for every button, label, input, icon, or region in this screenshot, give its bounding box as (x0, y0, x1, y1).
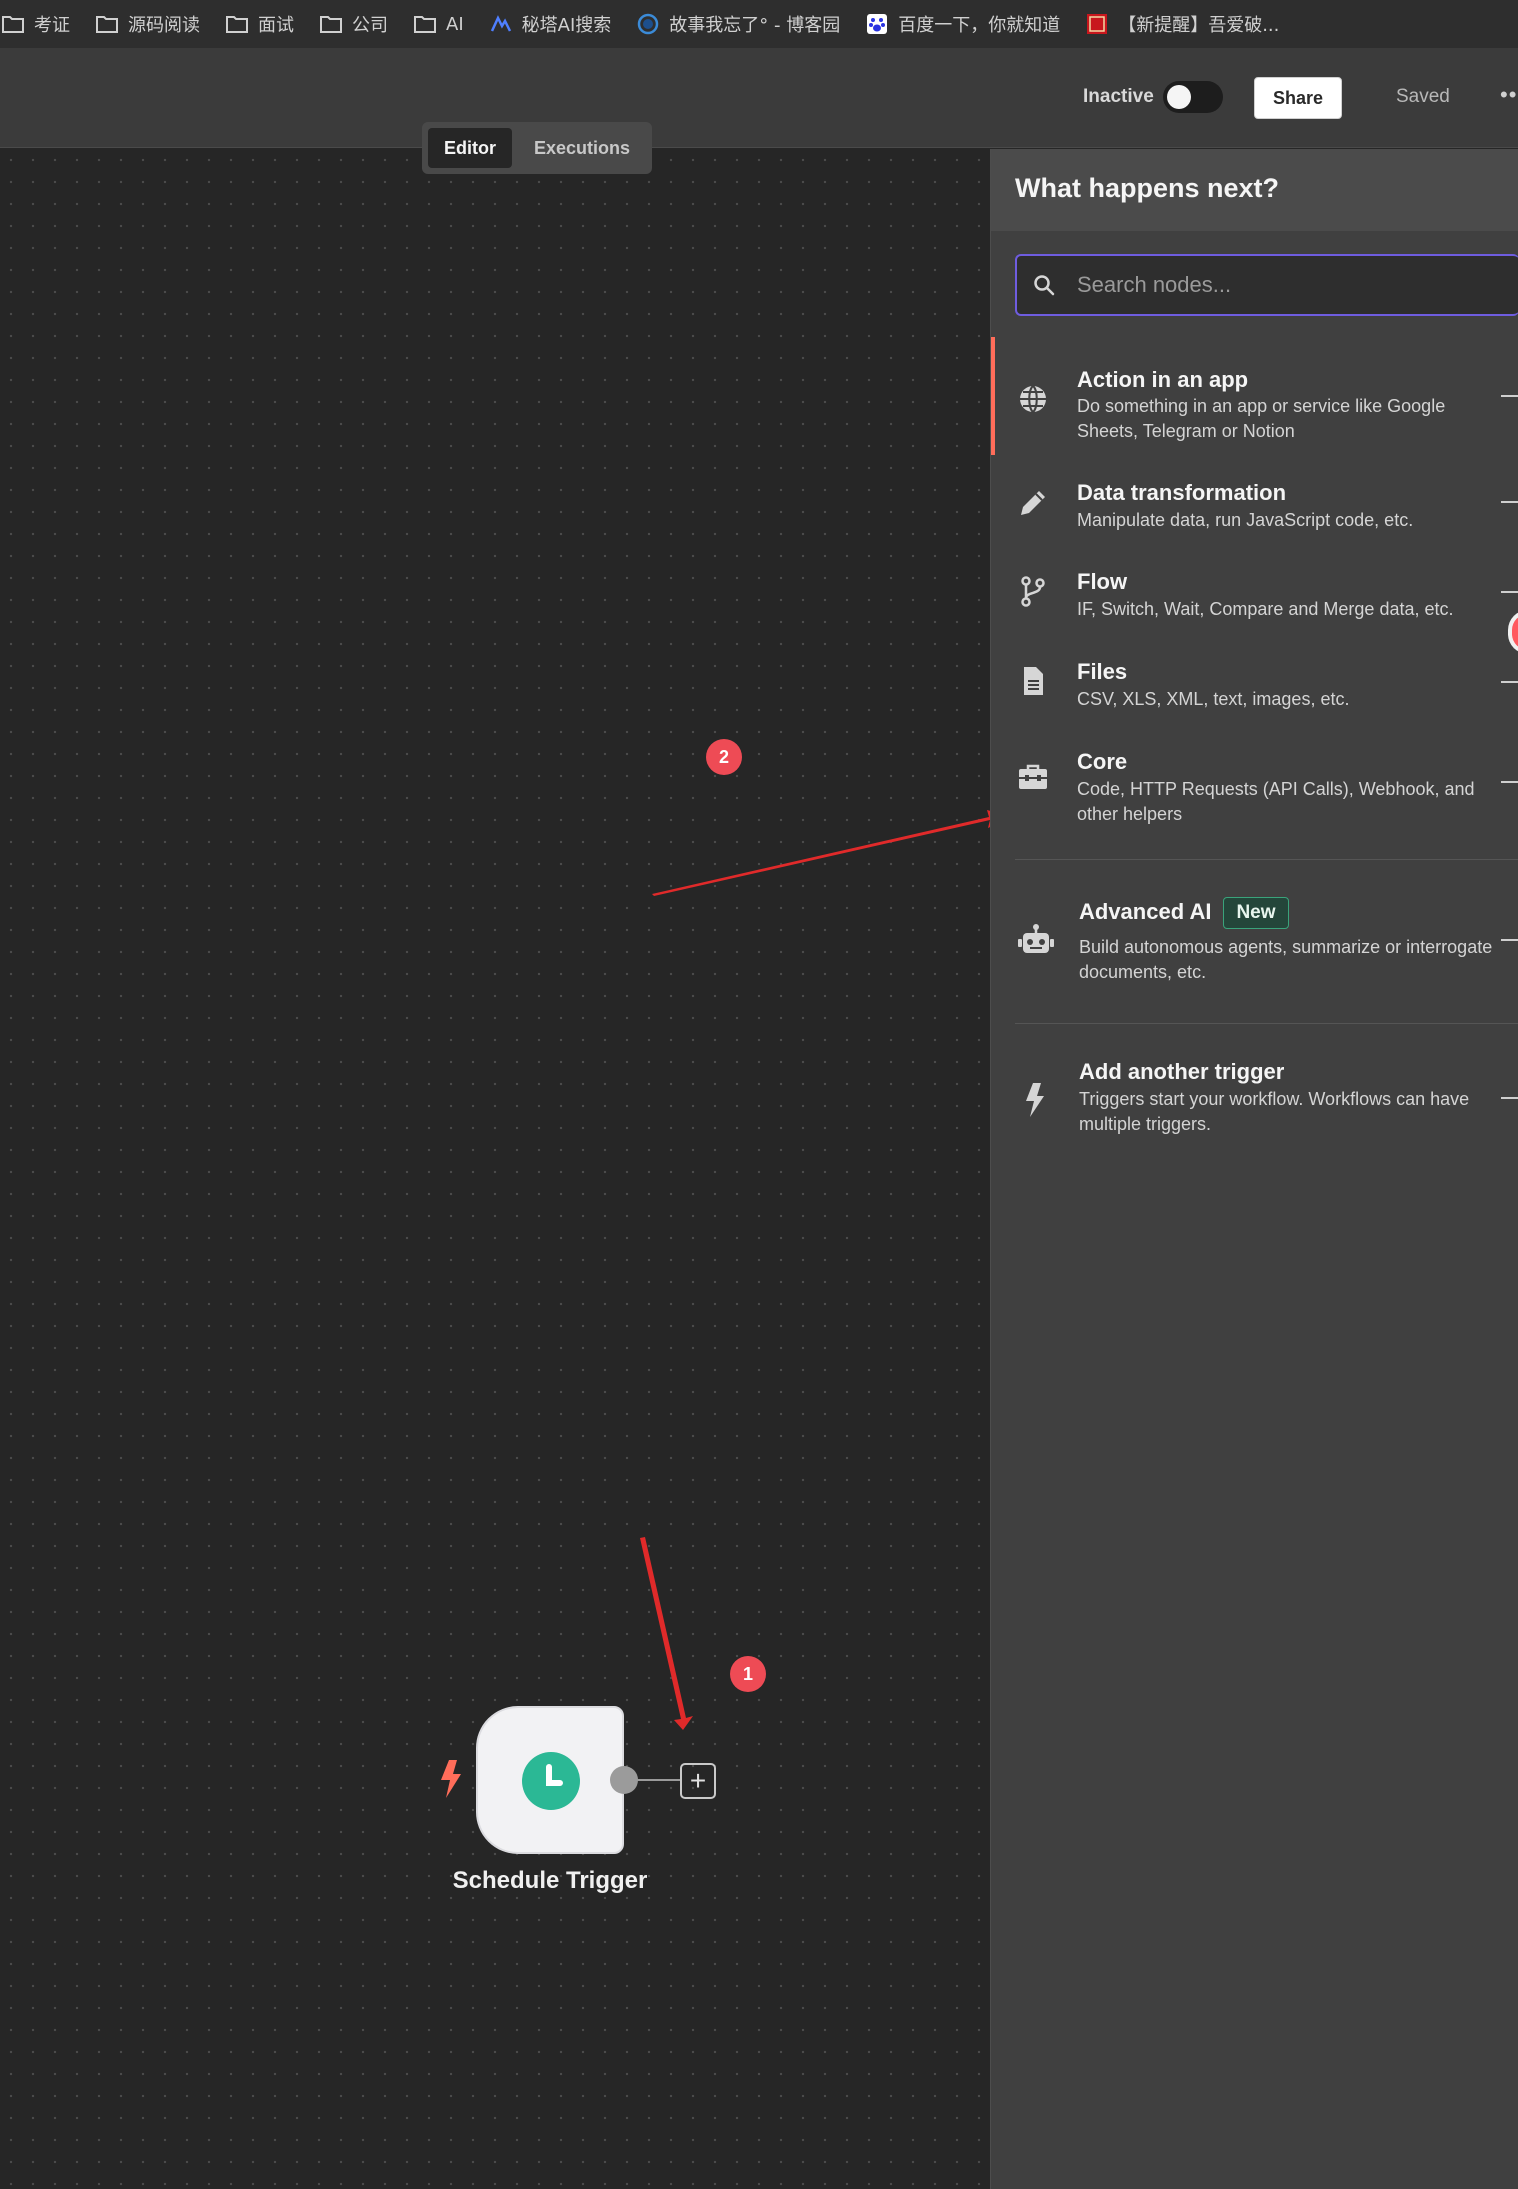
node-creator-panel: What happens next? Action in an app Do s… (990, 149, 1518, 2189)
branch-icon (1021, 576, 1045, 607)
annotation-arrow-1 (640, 1537, 693, 1730)
toolbox-icon (1019, 764, 1047, 789)
item-description: IF, Switch, Wait, Compare and Merge data… (1077, 599, 1454, 619)
category-advanced-ai[interactable]: Advanced AI New Build autonomous agents, … (991, 877, 1518, 1007)
chevron-right-icon (1501, 501, 1518, 503)
panel-title: What happens next? (1015, 173, 1280, 203)
annotation-badge-2: 2 (706, 739, 742, 775)
item-title-text: Advanced AI (1079, 898, 1212, 924)
item-title: Action in an app (1077, 367, 1249, 392)
chevron-right-icon (1501, 681, 1518, 683)
chevron-right-icon (1501, 781, 1518, 783)
section-divider (1015, 1023, 1518, 1024)
chevron-right-icon (1501, 939, 1518, 941)
item-description: Build autonomous agents, summarize or in… (1079, 937, 1493, 982)
search-box (1015, 254, 1518, 316)
item-description: Do something in an app or service like G… (1077, 396, 1446, 441)
file-icon (1024, 667, 1043, 695)
search-icon (1034, 275, 1055, 296)
item-description: Code, HTTP Requests (API Calls), Webhook… (1077, 779, 1475, 824)
bolt-icon (1026, 1083, 1044, 1117)
category-add-trigger[interactable]: Add another trigger Triggers start your … (991, 1037, 1518, 1167)
category-flow[interactable]: Flow IF, Switch, Wait, Compare and Merge… (991, 545, 1518, 635)
category-action-in-app[interactable]: Action in an app Do something in an app … (991, 337, 1518, 455)
robot-icon (1018, 924, 1054, 953)
annotation-arrow-2 (652, 810, 1012, 896)
chevron-right-icon (1501, 1097, 1518, 1099)
item-title: Flow (1077, 569, 1128, 594)
item-title: Data transformation (1077, 480, 1287, 505)
item-title: Add another trigger (1079, 1059, 1285, 1084)
chevron-right-icon (1501, 591, 1518, 593)
search-input[interactable] (1077, 256, 1497, 314)
item-description: Triggers start your workflow. Workflows … (1079, 1089, 1470, 1134)
globe-icon (1020, 385, 1046, 413)
category-files[interactable]: Files CSV, XLS, XML, text, images, etc. (991, 635, 1518, 725)
panel-header: What happens next? (991, 149, 1518, 231)
item-title: Advanced AI New (1079, 897, 1289, 929)
item-description: CSV, XLS, XML, text, images, etc. (1077, 689, 1350, 709)
pencil-icon (1021, 491, 1045, 515)
annotation-badge-1: 1 (730, 1656, 766, 1692)
item-title: Files (1077, 659, 1128, 684)
item-title: Core (1077, 749, 1128, 774)
category-data-transformation[interactable]: Data transformation Manipulate data, run… (991, 455, 1518, 545)
chevron-right-icon (1501, 395, 1518, 397)
item-description: Manipulate data, run JavaScript code, et… (1077, 510, 1414, 530)
new-badge: New (1223, 897, 1289, 929)
section-divider (1015, 859, 1518, 860)
category-core[interactable]: Core Code, HTTP Requests (API Calls), We… (991, 725, 1518, 841)
